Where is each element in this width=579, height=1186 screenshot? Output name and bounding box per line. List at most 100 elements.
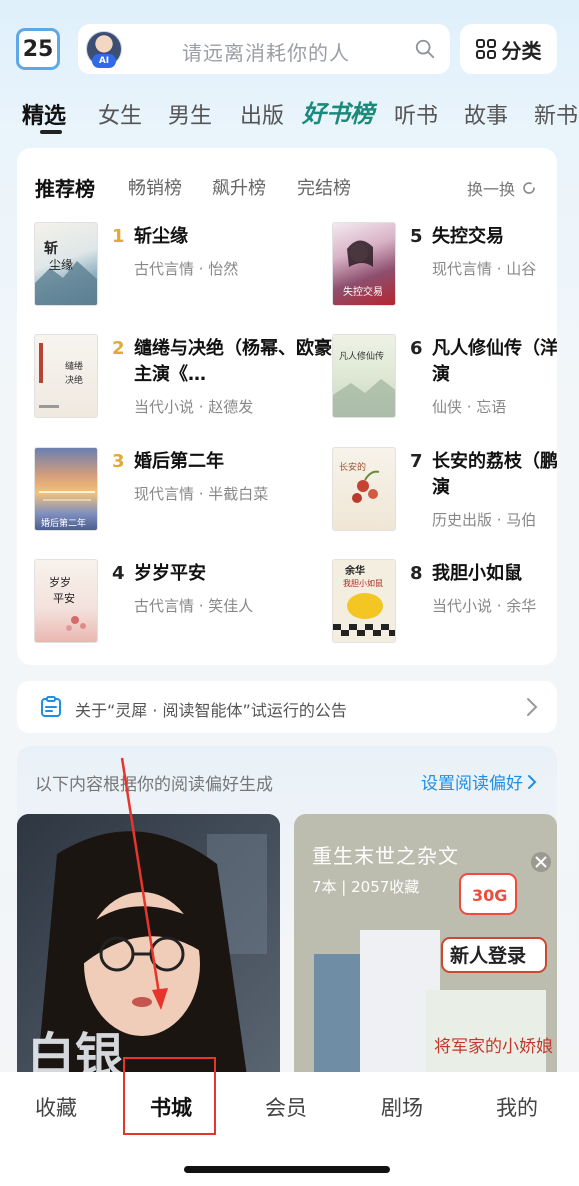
tab-published[interactable]: 出版 <box>240 98 284 130</box>
book-meta: 当代小说 · 余华 <box>432 597 537 615</box>
rank-number: 5 <box>410 226 423 247</box>
nav-membership[interactable]: 会员 <box>236 1092 336 1122</box>
book-cover[interactable]: 失控交易 <box>332 222 396 306</box>
book-cover[interactable]: 凡人修仙传 <box>332 334 396 418</box>
book-item[interactable]: 斩 尘缘 1 斩尘缘 古代言情 · 怡然 <box>34 222 334 306</box>
svg-text:缱绻: 缱绻 <box>65 360 83 372</box>
book-item[interactable]: 长安的 7 长安的荔枝（鹏、白客主演 历史出版 · 马伯 <box>332 447 557 531</box>
svg-text:平安: 平安 <box>53 591 75 605</box>
rank-number: 3 <box>112 451 125 472</box>
rank-tab-rising[interactable]: 飙升榜 <box>212 174 266 200</box>
daily-checkin-badge[interactable]: 25 <box>16 28 60 70</box>
illustrated-portrait: 白银 <box>17 814 280 1076</box>
svg-text:将军家的小娇娘: 将军家的小娇娘 <box>434 1037 553 1057</box>
svg-text:新人登录: 新人登录 <box>450 944 526 967</box>
category-label: 分类 <box>501 38 542 63</box>
book-meta: 当代小说 · 赵德发 <box>134 398 254 416</box>
search-bar[interactable]: AI 请远离消耗你的人 <box>78 24 450 74</box>
book-title: 斩尘缘 <box>134 226 188 247</box>
book-cover[interactable]: 余华 我胆小如鼠 <box>332 559 396 643</box>
recommendation-card-right[interactable]: 将军家的小娇娘 30G 新人登录 重生末世之杂文 7本 | 2057收藏 <box>294 814 557 1076</box>
svg-text:婚后第二年: 婚后第二年 <box>41 517 86 529</box>
book-item[interactable]: 婚后第二年 3 婚后第二年 现代言情 · 半截白菜 <box>34 447 334 531</box>
book-title: 失控交易 <box>432 226 504 247</box>
rank-tab-bestselling[interactable]: 畅销榜 <box>128 174 182 200</box>
collection-title: 重生末世之杂文 <box>312 844 459 868</box>
book-item[interactable]: 失控交易 5 失控交易 现代言情 · 山谷 <box>332 222 557 306</box>
tab-male[interactable]: 男生 <box>168 98 212 130</box>
svg-text:决绝: 决绝 <box>65 374 83 386</box>
search-placeholder[interactable]: 请远离消耗你的人 <box>182 37 350 66</box>
chevron-right-icon <box>528 774 537 789</box>
nav-theater[interactable]: 剧场 <box>352 1092 452 1122</box>
book-cover[interactable]: 缱绻 决绝 <box>34 334 98 418</box>
tab-good-books[interactable]: 好书榜 <box>302 94 374 129</box>
day-badge-number: 25 <box>22 36 54 62</box>
set-preference-link[interactable]: 设置阅读偏好 <box>421 769 537 794</box>
tab-audiobook[interactable]: 听书 <box>394 98 438 130</box>
refresh-button[interactable]: 换一换 <box>467 176 537 200</box>
svg-text:尘缘: 尘缘 <box>49 258 73 272</box>
nav-favorites[interactable]: 收藏 <box>6 1092 106 1122</box>
book-title: 长安的荔枝（鹏、白客主演 <box>432 451 557 498</box>
book-meta: 古代言情 · 笑佳人 <box>134 597 254 615</box>
rank-tab-completed[interactable]: 完结榜 <box>297 174 351 200</box>
nav-profile[interactable]: 我的 <box>467 1092 567 1122</box>
top-bar: 25 AI 请远离消耗你的人 分类 <box>16 24 557 74</box>
refresh-icon <box>523 182 535 194</box>
svg-text:岁岁: 岁岁 <box>49 575 71 589</box>
svg-text:我胆小如鼠: 我胆小如鼠 <box>343 578 383 588</box>
refresh-label: 换一换 <box>466 180 515 199</box>
active-tab-indicator <box>40 130 62 134</box>
book-item[interactable]: 凡人修仙传 6 凡人修仙传（洋、金晨主演 仙侠 · 忘语 <box>332 334 557 418</box>
preference-hint: 以下内容根据你的阅读偏好生成 <box>35 775 273 795</box>
ranking-card: 推荐榜 畅销榜 飙升榜 完结榜 换一换 斩 尘缘 1 斩尘缘 古代言情 · 怡然… <box>17 148 557 665</box>
announcement-bar[interactable]: 关于“灵犀 · 阅读智能体”试运行的公告 <box>17 681 557 733</box>
book-item[interactable]: 岁岁 平安 4 岁岁平安 古代言情 · 笑佳人 <box>34 559 334 643</box>
svg-text:白银: 白银 <box>27 1028 123 1076</box>
clipboard-icon <box>41 696 61 717</box>
svg-text:斩: 斩 <box>44 240 58 257</box>
rank-number: 6 <box>410 338 423 359</box>
book-title: 我胆小如鼠 <box>432 563 522 584</box>
tab-female[interactable]: 女生 <box>98 98 142 130</box>
rank-number: 1 <box>112 226 125 247</box>
book-cover[interactable]: 长安的 <box>332 447 396 531</box>
category-button[interactable]: 分类 <box>460 24 557 74</box>
rank-number: 8 <box>410 563 423 584</box>
announcement-text: 关于“灵犀 · 阅读智能体”试运行的公告 <box>75 701 347 720</box>
recommendation-card-left[interactable]: 白银 <box>17 814 280 1076</box>
svg-text:30G: 30G <box>472 886 507 905</box>
collection-meta: 7本 | 2057收藏 <box>312 878 420 896</box>
book-meta: 古代言情 · 怡然 <box>134 260 239 278</box>
book-cover[interactable]: 婚后第二年 <box>34 447 98 531</box>
svg-text:失控交易: 失控交易 <box>343 285 383 298</box>
svg-text:余华: 余华 <box>344 564 365 577</box>
home-indicator <box>184 1166 390 1173</box>
rank-number: 4 <box>112 563 125 584</box>
book-title: 凡人修仙传（洋、金晨主演 <box>432 338 557 385</box>
search-icon[interactable] <box>414 38 436 60</box>
rank-number: 7 <box>410 451 423 472</box>
book-item[interactable]: 余华 我胆小如鼠 8 我胆小如鼠 当代小说 · 余华 <box>332 559 557 643</box>
rank-tab-recommended[interactable]: 推荐榜 <box>35 173 95 202</box>
svg-text:凡人修仙传: 凡人修仙传 <box>339 350 384 362</box>
book-cover[interactable]: 岁岁 平安 <box>34 559 98 643</box>
grid-icon <box>475 39 496 59</box>
tab-stories[interactable]: 故事 <box>464 98 508 130</box>
tab-new-books[interactable]: 新书 <box>534 98 578 130</box>
book-meta: 现代言情 · 半截白菜 <box>134 485 269 503</box>
channel-tabs: 精选 女生 男生 出版 好书榜 听书 故事 新书 <box>22 94 579 134</box>
annotation-highlight-box <box>123 1057 216 1135</box>
rank-number: 2 <box>112 338 125 359</box>
book-cover[interactable]: 斩 尘缘 <box>34 222 98 306</box>
book-title: 婚后第二年 <box>134 451 224 472</box>
book-meta: 历史出版 · 马伯 <box>432 511 537 529</box>
svg-text:长安的: 长安的 <box>339 461 366 473</box>
book-title: 缱绻与决绝（杨幂、欧豪主演《… <box>134 338 332 385</box>
preference-recommendations: 以下内容根据你的阅读偏好生成 设置阅读偏好 白银 将军家的小娇娘 30G 新人登… <box>17 746 557 1076</box>
set-preference-label: 设置阅读偏好 <box>421 774 523 794</box>
tab-featured[interactable]: 精选 <box>22 98 66 130</box>
book-item[interactable]: 缱绻 决绝 2 缱绻与决绝（杨幂、欧豪主演《… 当代小说 · 赵德发 <box>34 334 334 418</box>
chevron-right-icon <box>527 698 538 716</box>
